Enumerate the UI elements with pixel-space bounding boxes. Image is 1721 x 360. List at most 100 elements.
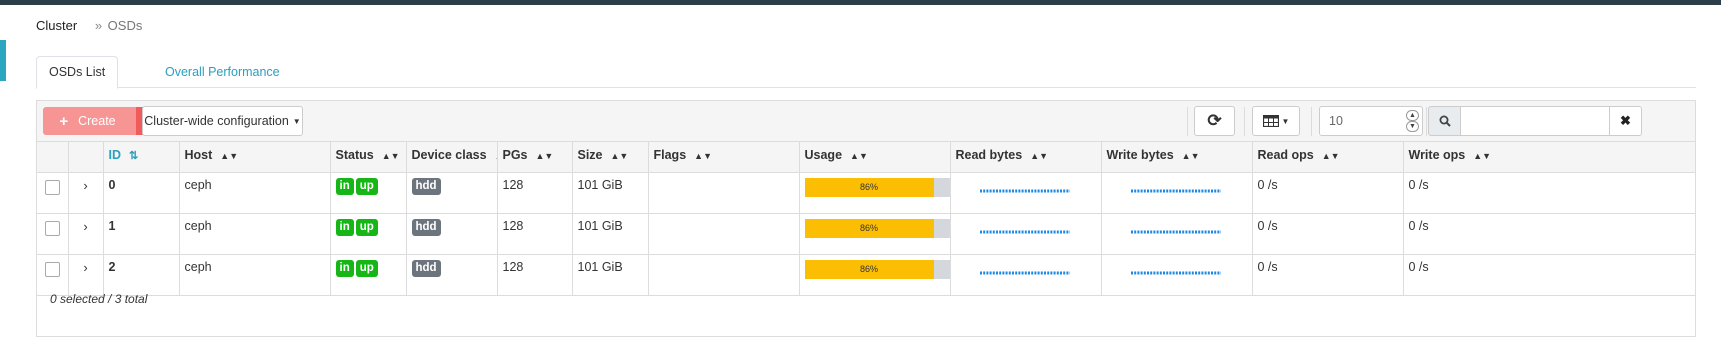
device-class-badge: hdd [411,259,441,277]
refresh-button[interactable]: ⟳ [1194,106,1235,136]
read-bytes-sparkline [979,271,1070,274]
sort-icon: ▲▼ [694,151,712,161]
status-badge-up: up [355,177,378,195]
header-device-class[interactable]: Device class▲▼ [406,142,498,173]
cell-id: 0 [103,172,180,214]
page-size-input[interactable] [1320,107,1400,135]
header-read-bytes[interactable]: Read bytes ▲▼ [950,142,1102,173]
header-checkbox-cell [37,142,69,173]
chevron-right-icon[interactable]: › [83,260,87,275]
sort-icon: ▲▼ [850,151,868,161]
cell-id: 1 [103,213,180,255]
cell-pgs: 128 [497,254,573,296]
cell-size: 101 GiB [572,172,649,214]
sort-icon: ▲▼ [610,151,629,161]
row-checkbox[interactable] [44,179,60,195]
status-badge-up: up [355,259,378,277]
toolbar-divider [1187,107,1188,136]
status-badge-up: up [355,218,378,236]
status-badge-in: in [335,218,354,236]
header-pgs[interactable]: PGs ▲▼ [497,142,573,173]
usage-label: 86% [859,181,878,192]
sort-icon: ▲▼ [381,151,400,161]
cell-read-bytes [950,172,1102,214]
read-bytes-sparkline [979,189,1070,192]
table-icon [1262,115,1279,127]
create-button[interactable]: + Create [43,107,136,135]
usage-bar: 86% [804,177,949,197]
status-badge-in: in [335,259,354,277]
chevron-down-icon[interactable]: ▼ [1406,121,1419,132]
tab-osds-list[interactable]: OSDs List [36,56,119,89]
page-size-stepper[interactable]: ▲ ▼ [1406,110,1419,132]
header-host[interactable]: Host ▲▼ [179,142,331,173]
column-toggle-button[interactable]: ▼ [1252,106,1300,136]
usage-label: 86% [859,263,878,274]
header-id[interactable]: ID ⇅ [103,142,180,173]
cell-host: ceph [179,172,331,214]
sidebar-accent [0,40,6,81]
header-size[interactable]: Size ▲▼ [572,142,649,173]
header-read-ops[interactable]: Read ops ▲▼ [1252,142,1404,173]
breadcrumb-separator: » [94,18,103,33]
cell-pgs: 128 [497,213,573,255]
chevron-right-icon[interactable]: › [83,219,87,234]
table-row[interactable]: › 1 ceph in up hdd 128 101 GiB 86% 0 /s 0… [37,213,1695,255]
table-toolbar: + Create ▼ Cluster-wide configuration ▼ … [37,101,1695,142]
usage-bar: 86% [804,218,949,238]
row-checkbox-cell [37,172,69,214]
cell-flags [648,172,800,214]
cell-usage: 86% [799,254,951,296]
table-row[interactable]: › 2 ceph in up hdd 128 101 GiB 86% 0 /s 0… [37,254,1695,296]
header-write-ops[interactable]: Write ops ▲▼ [1403,142,1695,173]
cell-write-ops: 0 /s [1403,254,1695,296]
table-row[interactable]: › 0 ceph in up hdd 128 101 GiB 86% 0 /s 0… [37,172,1695,214]
cell-write-ops: 0 /s [1403,213,1695,255]
top-bar [0,0,1721,5]
page-size-input-group: ▲ ▼ [1319,106,1423,136]
cell-usage: 86% [799,213,951,255]
device-class-badge: hdd [411,177,441,195]
caret-down-icon: ▼ [292,116,301,126]
sort-icon: ▲▼ [535,151,554,161]
table-header-row: ID⇅ Host▲▼ Status▲▼ Device class▲▼ PGs▲▼… [37,142,1695,173]
clear-search-button[interactable]: ✖ [1609,106,1642,136]
cluster-config-dropdown[interactable]: Cluster-wide configuration ▼ [142,106,303,136]
cell-device-class: hdd [406,213,498,255]
write-bytes-sparkline [1130,189,1221,192]
header-expand-cell [68,142,104,173]
cell-id: 2 [103,254,180,296]
cell-write-bytes [1101,254,1253,296]
cell-flags [648,254,800,296]
cell-flags [648,213,800,255]
cell-status: in up [330,254,407,296]
cell-size: 101 GiB [572,254,649,296]
row-expand-cell: › [68,172,104,214]
chevron-right-icon[interactable]: › [83,178,87,193]
tab-overall-performance[interactable]: Overall Performance [152,56,293,89]
search-icon [1428,106,1461,136]
row-expand-cell: › [68,254,104,296]
header-write-bytes[interactable]: Write bytes ▲▼ [1101,142,1253,173]
header-usage[interactable]: Usage ▲▼ [799,142,951,173]
cell-device-class: hdd [406,254,498,296]
breadcrumb: Cluster » OSDs [36,18,142,33]
create-label: Create [78,114,116,128]
sort-icon: ▲▼ [220,151,239,161]
row-checkbox[interactable] [44,220,60,236]
row-checkbox-cell [37,254,69,296]
search-input[interactable] [1460,106,1610,136]
header-status[interactable]: Status ▲▼ [330,142,407,173]
chevron-up-icon[interactable]: ▲ [1406,110,1419,121]
plus-icon: + [59,112,69,130]
cell-read-ops: 0 /s [1252,172,1404,214]
device-class-badge: hdd [411,218,441,236]
read-bytes-sparkline [979,230,1070,233]
row-checkbox[interactable] [44,261,60,277]
selection-summary: 0 selected / 3 total [50,292,148,306]
breadcrumb-cluster[interactable]: Cluster [36,18,77,33]
header-flags[interactable]: Flags ▲▼ [648,142,800,173]
toolbar-divider [1244,107,1245,136]
cell-read-ops: 0 /s [1252,213,1404,255]
cell-read-bytes [950,213,1102,255]
